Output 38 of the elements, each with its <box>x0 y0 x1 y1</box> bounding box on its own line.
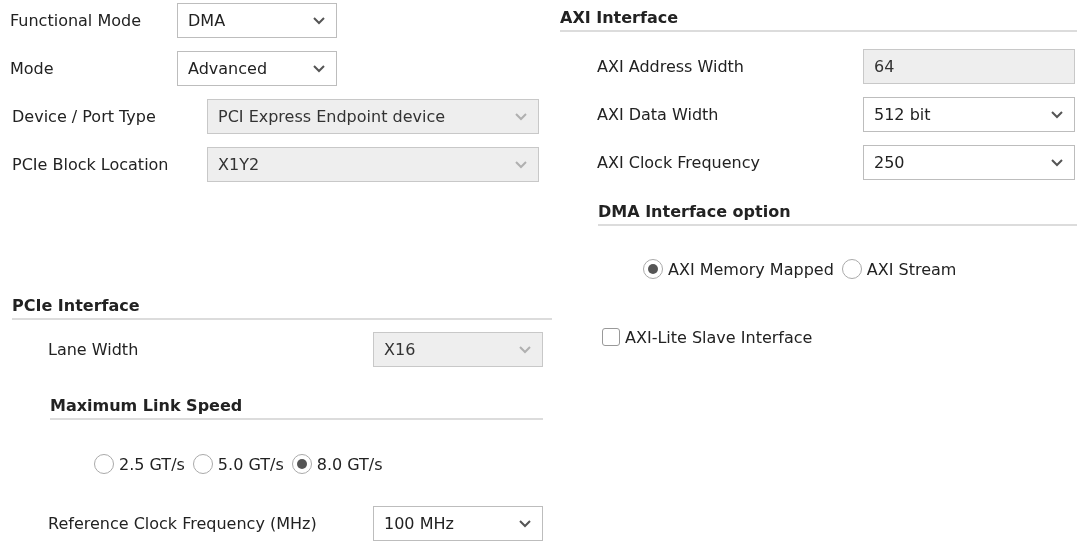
section-title: PCIe Interface <box>12 296 140 315</box>
field-label: Device / Port Type <box>12 106 157 126</box>
chevron-down-icon <box>312 63 326 73</box>
checkbox[interactable] <box>602 328 620 346</box>
radio-option[interactable]: 2.5 GT/s <box>94 454 185 474</box>
dropdown[interactable]: 250 <box>863 144 1075 180</box>
chevron-down-icon <box>514 159 528 169</box>
field-label: Lane Width <box>48 339 140 359</box>
field-label: Reference Clock Frequency (MHz) <box>48 513 318 533</box>
chevron-down-icon <box>312 15 326 25</box>
radio-option[interactable]: AXI Stream <box>841 259 957 279</box>
field-label: Mode <box>10 58 55 78</box>
chevron-down-icon <box>1050 109 1064 119</box>
chevron-down-icon <box>518 518 532 528</box>
field-label: Functional Mode <box>10 10 142 30</box>
field-label: AXI Data Width <box>597 104 720 124</box>
section-title: Maximum Link Speed <box>50 396 243 415</box>
radio-button[interactable] <box>643 259 663 279</box>
radio-button[interactable] <box>94 454 114 474</box>
radio-button[interactable] <box>841 259 862 279</box>
field-label: AXI Address Width <box>597 56 745 76</box>
section-title: AXI Interface <box>560 8 679 27</box>
chevron-down-icon <box>514 111 528 121</box>
radio-option[interactable]: AXI Memory Mapped <box>643 259 834 279</box>
dropdown[interactable]: 100 MHz <box>373 505 543 541</box>
dropdown[interactable]: DMA <box>177 2 337 38</box>
field-label: AXI Clock Frequency <box>597 152 761 172</box>
radio-option[interactable]: 5.0 GT/s <box>192 454 284 474</box>
section-title: DMA Interface option <box>598 202 791 221</box>
chevron-down-icon <box>1050 157 1064 167</box>
chevron-down-icon <box>518 344 532 354</box>
dropdown[interactable]: Advanced <box>177 50 337 86</box>
radio-button[interactable] <box>291 454 312 474</box>
dropdown[interactable]: 512 bit <box>863 96 1075 132</box>
radio-button[interactable] <box>192 454 213 474</box>
field-label: PCIe Block Location <box>12 154 170 174</box>
radio-option[interactable]: 8.0 GT/s <box>291 454 383 474</box>
checkbox-option[interactable]: AXI-Lite Slave Interface <box>602 327 813 347</box>
